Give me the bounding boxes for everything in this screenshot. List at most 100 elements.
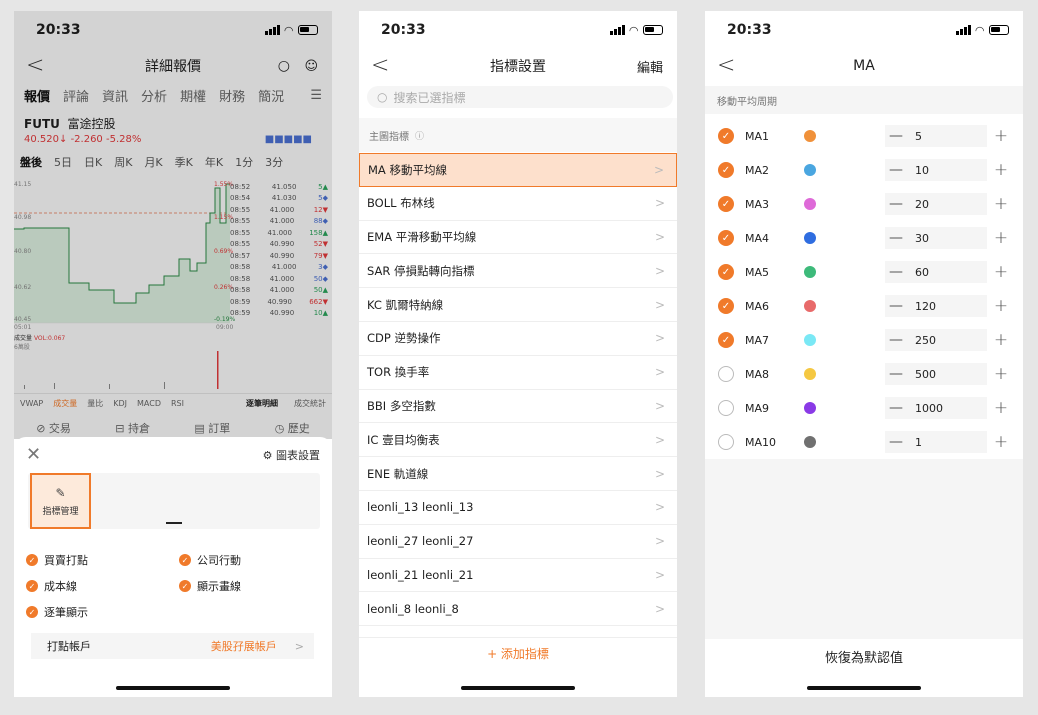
- checked-icon[interactable]: ✓: [718, 230, 734, 246]
- color-swatch[interactable]: [804, 198, 816, 210]
- option-tick-display[interactable]: ✓ 逐筆顯示: [26, 605, 179, 619]
- minus-icon[interactable]: —: [885, 227, 907, 249]
- indicator-item[interactable]: leonli_13 leonli_13 >: [359, 491, 677, 525]
- indicator-item[interactable]: BOLL 布林线 >: [359, 187, 677, 221]
- minus-icon[interactable]: —: [885, 431, 907, 453]
- minus-icon[interactable]: —: [885, 397, 907, 419]
- checked-icon[interactable]: ✓: [718, 128, 734, 144]
- color-swatch[interactable]: [804, 436, 816, 448]
- checked-icon[interactable]: ✓: [718, 332, 734, 348]
- minus-icon[interactable]: —: [885, 295, 907, 317]
- unchecked-icon[interactable]: [718, 434, 734, 450]
- add-indicator-button[interactable]: + 添加指標: [359, 637, 677, 669]
- period-input[interactable]: 10: [907, 159, 987, 181]
- indicator-item[interactable]: ENE 軌道線 >: [359, 457, 677, 491]
- minus-icon[interactable]: —: [885, 125, 907, 147]
- indicator-item[interactable]: leonli_27 leonli_27 >: [359, 525, 677, 559]
- period-input[interactable]: 500: [907, 363, 987, 385]
- edit-button[interactable]: 編輯: [637, 57, 663, 76]
- ma-row: ✓ MA4 —30 +: [705, 221, 1023, 255]
- marker-account-row[interactable]: 打點帳戶 美股孖展帳戶 >: [31, 633, 314, 659]
- modal-overlay[interactable]: [14, 11, 332, 439]
- checked-icon[interactable]: ✓: [718, 298, 734, 314]
- minus-icon[interactable]: —: [885, 261, 907, 283]
- period-input[interactable]: 1: [907, 431, 987, 453]
- color-swatch[interactable]: [804, 334, 816, 346]
- option-corporate-action[interactable]: ✓ 公司行動: [179, 553, 319, 567]
- period-input[interactable]: 1000: [907, 397, 987, 419]
- color-swatch[interactable]: [804, 300, 816, 312]
- plus-icon[interactable]: +: [990, 431, 1012, 453]
- plus-icon[interactable]: +: [990, 227, 1012, 249]
- color-swatch[interactable]: [804, 402, 816, 414]
- minus-icon[interactable]: —: [885, 159, 907, 181]
- indicator-item[interactable]: EMA 平滑移動平均線 >: [359, 221, 677, 255]
- reset-default-button[interactable]: 恢復為默認值: [705, 639, 1023, 673]
- search-icon: ○: [377, 90, 388, 104]
- color-swatch[interactable]: [804, 164, 816, 176]
- ma-name: MA3: [745, 197, 770, 211]
- ma-row: ✓ MA6 —120 +: [705, 289, 1023, 323]
- period-input[interactable]: 250: [907, 329, 987, 351]
- checked-icon[interactable]: ✓: [718, 264, 734, 280]
- ma-row: ✓ MA5 —60 +: [705, 255, 1023, 289]
- plus-icon[interactable]: +: [990, 295, 1012, 317]
- plus-icon[interactable]: +: [990, 397, 1012, 419]
- color-swatch[interactable]: [804, 368, 816, 380]
- period-input[interactable]: 30: [907, 227, 987, 249]
- color-swatch[interactable]: [804, 232, 816, 244]
- plus-icon[interactable]: +: [990, 261, 1012, 283]
- unchecked-icon[interactable]: [718, 400, 734, 416]
- back-icon[interactable]: <: [371, 55, 389, 77]
- plus-icon[interactable]: +: [990, 329, 1012, 351]
- indicator-label: leonli_27 leonli_27: [367, 534, 474, 549]
- page-title: MA: [853, 58, 875, 74]
- plus-icon[interactable]: +: [990, 125, 1012, 147]
- minus-icon[interactable]: —: [885, 329, 907, 351]
- indicator-item[interactable]: IC 壹目均衡表 >: [359, 423, 677, 458]
- option-buy-sell[interactable]: ✓ 買賣打點: [26, 553, 179, 567]
- indicator-item[interactable]: MA 移動平均線 >: [359, 153, 677, 187]
- indicator-item[interactable]: BBI 多空指數 >: [359, 390, 677, 424]
- chart-settings-sheet: ✕ ⚙ 圖表設置 ✎ 指標管理 ✓ 買賣打點 ✓ 公司行動 ✓ 成本線 ✓ 顯示畫線 ✓…: [14, 437, 332, 697]
- ma-row: ✓ MA1 —5 +: [705, 119, 1023, 153]
- chevron-right-icon: >: [654, 331, 665, 346]
- indicator-item[interactable]: KC 凱爾特納線 >: [359, 288, 677, 322]
- section-header: 主圖指標 ⓘ: [359, 118, 677, 152]
- indicator-label: leonli_13 leonli_13: [367, 500, 474, 515]
- chart-settings-button[interactable]: ⚙ 圖表設置: [263, 447, 320, 463]
- back-icon[interactable]: <: [717, 55, 735, 77]
- period-input[interactable]: 5: [907, 125, 987, 147]
- option-show-drawings[interactable]: ✓ 顯示畫線: [179, 579, 319, 593]
- chart-settings-label: 圖表設置: [276, 449, 320, 462]
- close-icon[interactable]: ✕: [26, 446, 41, 464]
- minus-icon[interactable]: —: [885, 363, 907, 385]
- plus-icon[interactable]: +: [990, 363, 1012, 385]
- plus-icon[interactable]: +: [990, 159, 1012, 181]
- indicator-label: BBI 多空指數: [367, 398, 436, 413]
- indicator-manager-button[interactable]: ✎ 指標管理: [30, 473, 91, 529]
- option-cost-line[interactable]: ✓ 成本線: [26, 579, 179, 593]
- period-input[interactable]: 60: [907, 261, 987, 283]
- info-icon[interactable]: ⓘ: [415, 129, 424, 142]
- checked-icon[interactable]: ✓: [718, 162, 734, 178]
- plus-icon[interactable]: +: [990, 193, 1012, 215]
- minus-icon[interactable]: —: [885, 193, 907, 215]
- unchecked-icon[interactable]: [718, 366, 734, 382]
- color-swatch[interactable]: [804, 266, 816, 278]
- status-bar: 20:33 ◠: [359, 11, 677, 49]
- period-input[interactable]: 120: [907, 295, 987, 317]
- color-swatch[interactable]: [804, 130, 816, 142]
- search-input[interactable]: ○ 搜索已選指標: [367, 86, 673, 108]
- period-input[interactable]: 20: [907, 193, 987, 215]
- indicator-item[interactable]: SAR 停損點轉向指標 >: [359, 254, 677, 289]
- indicator-item[interactable]: leonli_8 leonli_8 >: [359, 592, 677, 627]
- indicator-item[interactable]: TOR 換手率 >: [359, 356, 677, 390]
- page-indicator: [166, 522, 182, 524]
- option-label: 買賣打點: [44, 554, 88, 567]
- indicator-item[interactable]: leonli_21 leonli_21 >: [359, 559, 677, 593]
- checked-icon[interactable]: ✓: [718, 196, 734, 212]
- indicator-item[interactable]: CDP 逆勢操作 >: [359, 322, 677, 356]
- check-icon: ✓: [26, 580, 38, 592]
- indicator-label: MA 移動平均線: [368, 162, 447, 177]
